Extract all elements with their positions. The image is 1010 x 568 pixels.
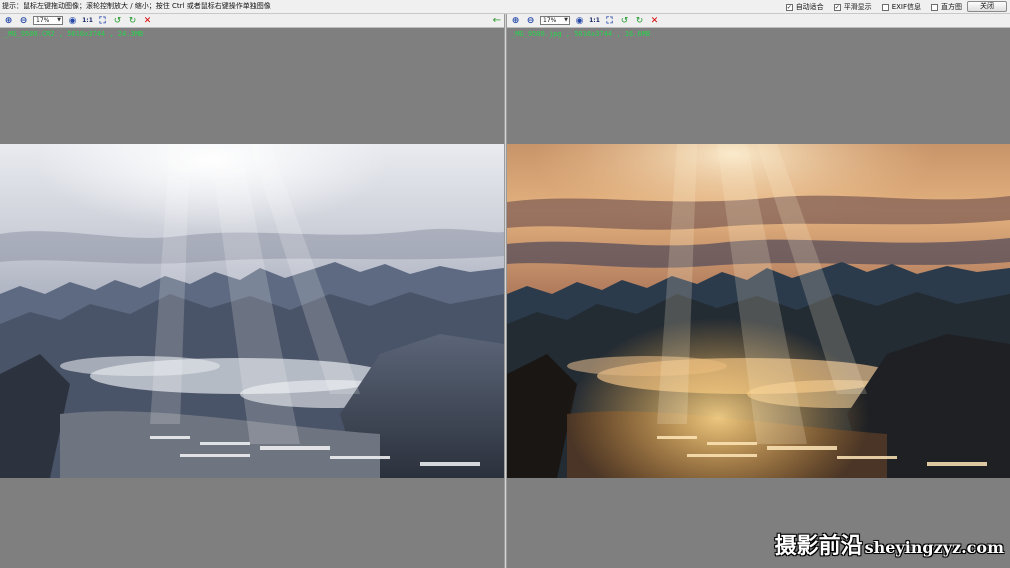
chevron-down-icon: ▼: [564, 17, 568, 23]
right-zoom-select[interactable]: 17% ▼: [540, 16, 570, 25]
delete-icon[interactable]: ✕: [649, 15, 660, 26]
auto-fit-checkbox[interactable]: ✓: [785, 3, 793, 11]
view-options: ✓ 自动适合 ✓ 平滑显示 EXIF信息 直方图: [785, 2, 962, 12]
left-toolbar: ⊕ ⊖ 17% ▼ ◉ 1:1 ⛶ ↺ ↻ ✕ ←: [0, 14, 504, 28]
left-zoom-value: 17%: [36, 17, 50, 24]
option-auto-fit[interactable]: ✓ 自动适合: [785, 2, 824, 12]
left-pane: ⊕ ⊖ 17% ▼ ◉ 1:1 ⛶ ↺ ↻ ✕ ← _MG_9500.CR2 ,…: [0, 14, 504, 568]
watermark-en: sheyingzyz.com: [864, 538, 1004, 557]
smooth-display-checkbox[interactable]: ✓: [833, 3, 841, 11]
exif-info-checkbox[interactable]: [881, 3, 889, 11]
left-photo-raw: [0, 144, 504, 478]
hint-text: 提示：鼠标左键拖动图像；滚轮控制放大 / 缩小；按住 Ctrl 或者鼠标右键操作…: [2, 2, 271, 10]
actual-size-button[interactable]: 1:1: [82, 15, 93, 26]
exif-info-label: EXIF信息: [891, 3, 921, 11]
watermark: 摄影前沿 sheyingzyz.com: [775, 528, 1004, 560]
zoom-out-icon[interactable]: ⊖: [525, 15, 536, 26]
option-exif-info[interactable]: EXIF信息: [881, 2, 921, 12]
rotate-right-icon[interactable]: ↻: [634, 15, 645, 26]
right-toolbar: ⊕ ⊖ 17% ▼ ◉ 1:1 ⛶ ↺ ↻ ✕: [507, 14, 1010, 28]
left-image-viewport[interactable]: _MG_9500.CR2 , 5616x3744 , 24.3MB: [0, 28, 504, 568]
right-image-viewport[interactable]: _MG_9500.jpg , 5616x3744 , 16.6MB 摄影前沿 s…: [507, 28, 1010, 568]
close-button[interactable]: 关闭: [967, 1, 1007, 12]
fullscreen-icon[interactable]: ⛶: [604, 15, 615, 26]
right-zoom-value: 17%: [543, 17, 557, 24]
right-file-info: _MG_9500.jpg , 5616x3744 , 16.6MB: [511, 30, 651, 38]
actual-size-button[interactable]: 1:1: [589, 15, 600, 26]
zoom-in-icon[interactable]: ⊕: [510, 15, 521, 26]
zoom-out-icon[interactable]: ⊖: [18, 15, 29, 26]
histogram-checkbox[interactable]: [931, 3, 938, 11]
option-histogram[interactable]: 直方图: [931, 2, 962, 12]
rotate-left-icon[interactable]: ↺: [112, 15, 123, 26]
left-file-info: _MG_9500.CR2 , 5616x3744 , 24.3MB: [4, 30, 144, 38]
fullscreen-icon[interactable]: ⛶: [97, 15, 108, 26]
image-compare-window: 提示：鼠标左键拖动图像；滚轮控制放大 / 缩小；按住 Ctrl 或者鼠标右键操作…: [0, 0, 1010, 568]
fit-view-icon[interactable]: ◉: [67, 15, 78, 26]
rotate-right-icon[interactable]: ↻: [127, 15, 138, 26]
auto-fit-label: 自动适合: [795, 3, 824, 11]
smooth-display-label: 平滑显示: [843, 3, 872, 11]
sync-arrow-icon[interactable]: ←: [493, 15, 501, 26]
zoom-in-icon[interactable]: ⊕: [3, 15, 14, 26]
right-pane: ⊕ ⊖ 17% ▼ ◉ 1:1 ⛶ ↺ ↻ ✕ _MG_9500.jpg , 5…: [507, 14, 1010, 568]
option-smooth-display[interactable]: ✓ 平滑显示: [833, 2, 872, 12]
fit-view-icon[interactable]: ◉: [574, 15, 585, 26]
left-zoom-select[interactable]: 17% ▼: [33, 16, 63, 25]
top-bar: 提示：鼠标左键拖动图像；滚轮控制放大 / 缩小；按住 Ctrl 或者鼠标右键操作…: [0, 0, 1010, 14]
right-photo-jpg: [507, 144, 1010, 478]
chevron-down-icon: ▼: [57, 17, 61, 23]
delete-icon[interactable]: ✕: [142, 15, 153, 26]
histogram-label: 直方图: [941, 3, 962, 11]
watermark-cn: 摄影前沿: [774, 533, 863, 559]
rotate-left-icon[interactable]: ↺: [619, 15, 630, 26]
